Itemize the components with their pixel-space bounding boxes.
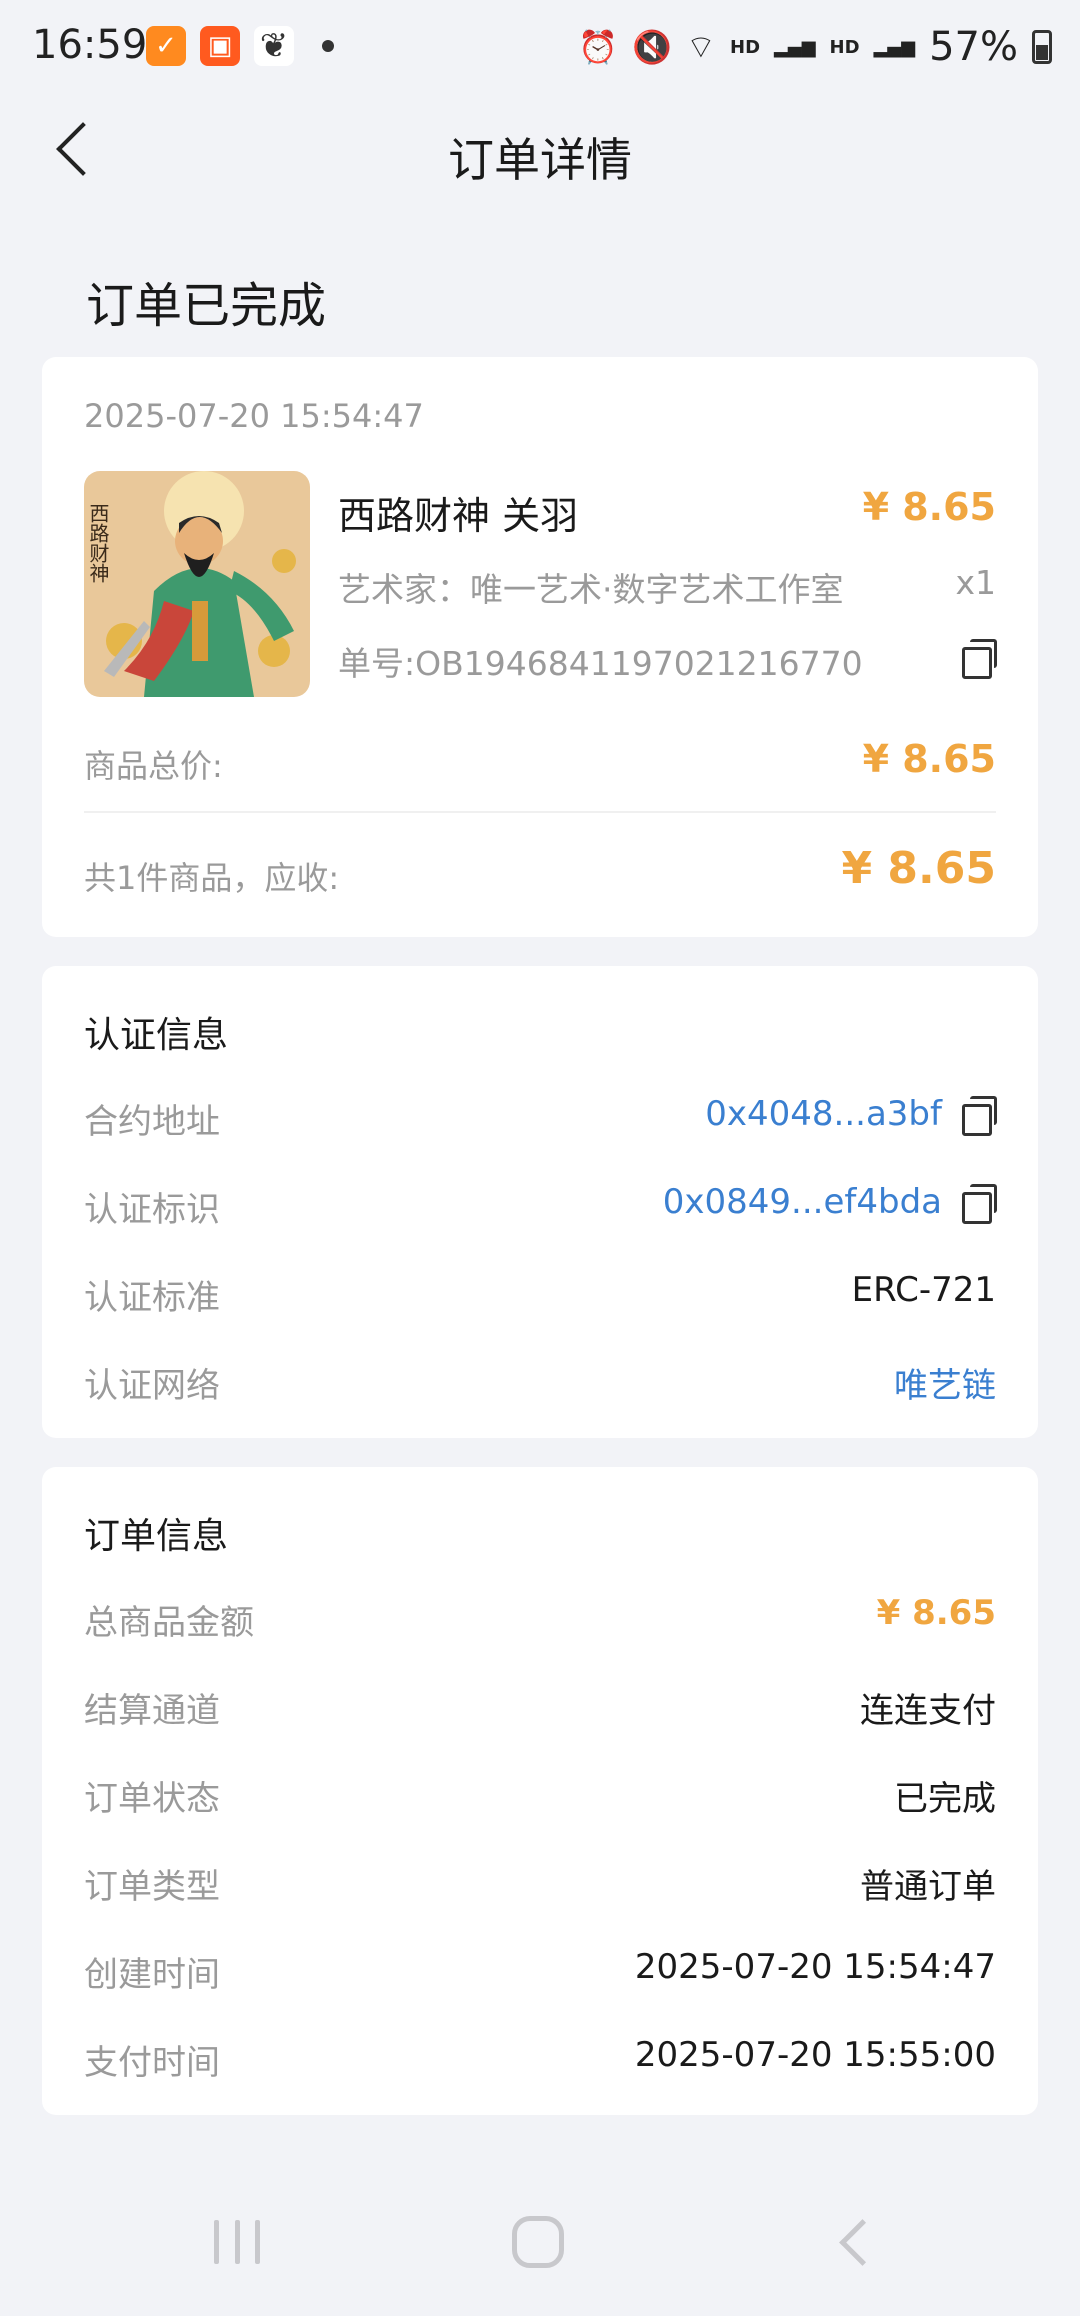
guan-yu-artwork: 西路财神 — [84, 471, 310, 697]
shop-notification-icon: ▣ — [200, 26, 240, 66]
copy-contract-address-icon[interactable] — [962, 1096, 997, 1136]
total-label: 共1件商品，应收: — [84, 859, 340, 897]
contract-address-label: 合约地址 — [84, 1102, 220, 1142]
mute-icon: 🔇 — [632, 28, 672, 66]
cert-network-value[interactable]: 唯艺链 — [894, 1358, 996, 1407]
home-icon[interactable] — [512, 2216, 564, 2268]
order-type-value: 普通订单 — [860, 1867, 996, 1907]
alarm-icon: ⏰ — [578, 28, 619, 66]
svg-text:西路财神: 西路财神 — [86, 503, 110, 583]
status-bar: 16:59 ✓ ▣ ❦ ⏰ 🔇 ⌔ HD ▂▄▆ HD ▂▄▆ 57% — [0, 0, 1080, 96]
wifi-icon: ⌔ — [685, 28, 716, 66]
signal-icon-1: ▂▄▆ — [774, 36, 816, 58]
hd-label-2: HD — [829, 36, 860, 58]
order-info-card: 订单信息 总商品金额 ¥ 8.65 结算通道 连连支付 订单状态 已完成 订单类… — [42, 1467, 1038, 2115]
copy-token-id-icon[interactable] — [962, 1184, 997, 1224]
order-time: 2025-07-20 15:54:47 — [84, 397, 424, 435]
notification-icons: ✓ ▣ ❦ — [146, 26, 334, 66]
signal-icon-2: ▂▄▆ — [873, 36, 916, 58]
status-time: 16:59 — [32, 22, 148, 68]
created-time-label: 创建时间 — [84, 1955, 220, 1995]
product-name: 西路财神 关羽 — [338, 494, 579, 538]
order-product-card: 2025-07-20 15:54:47 西路财神 西路财神 关羽 ¥ 8.65 … — [42, 357, 1038, 937]
battery-percent: 57% — [929, 24, 1018, 70]
order-number: 单号:OB1946841197021216770 — [338, 644, 863, 683]
recent-apps-icon[interactable] — [214, 2220, 260, 2264]
cert-standard-label: 认证标准 — [84, 1278, 220, 1318]
artist-label: 艺术家：唯一艺术·数字艺术工作室 — [338, 570, 844, 609]
contract-address-value[interactable]: 0x4048...a3bf — [705, 1094, 942, 1134]
battery-icon — [1032, 30, 1052, 64]
order-status-value: 已完成 — [894, 1779, 996, 1819]
system-nav-bar — [0, 2186, 1080, 2316]
more-notifications-icon — [322, 40, 334, 52]
order-type-label: 订单类型 — [84, 1867, 220, 1907]
product-price: ¥ 8.65 — [862, 485, 996, 529]
cert-standard-value: ERC-721 — [851, 1270, 996, 1310]
system-back-icon[interactable] — [830, 2220, 874, 2264]
created-time-value: 2025-07-20 15:54:47 — [634, 1947, 996, 1987]
payment-channel-label: 结算通道 — [84, 1691, 220, 1731]
order-info-section-title: 订单信息 — [84, 1516, 229, 1557]
certification-card: 认证信息 合约地址 0x4048...a3bf 认证标识 0x0849...ef… — [42, 966, 1038, 1438]
total-value: ¥ 8.65 — [841, 843, 997, 894]
quantity: x1 — [955, 563, 996, 602]
page-title: 订单详情 — [448, 133, 632, 187]
paid-time-value: 2025-07-20 15:55:00 — [634, 2035, 996, 2075]
order-status-label: 订单状态 — [84, 1779, 220, 1819]
cert-network-label: 认证网络 — [84, 1366, 220, 1406]
paid-time-label: 支付时间 — [84, 2043, 220, 2083]
subtotal-value: ¥ 8.65 — [862, 737, 996, 781]
subtotal-label: 商品总价: — [84, 747, 223, 785]
token-id-label: 认证标识 — [84, 1190, 220, 1230]
divider — [84, 811, 996, 813]
copy-order-number-icon[interactable] — [962, 639, 997, 679]
total-amount-label: 总商品金额 — [84, 1603, 254, 1643]
token-id-value[interactable]: 0x0849...ef4bda — [663, 1182, 942, 1222]
status-right: ⏰ 🔇 ⌔ HD ▂▄▆ HD ▂▄▆ 57% — [578, 24, 1052, 70]
payment-channel-value: 连连支付 — [860, 1691, 996, 1731]
bird-notification-icon: ❦ — [254, 26, 294, 66]
cert-section-title: 认证信息 — [84, 1015, 229, 1056]
total-amount-value: ¥ 8.65 — [876, 1593, 996, 1633]
hd-label-1: HD — [730, 36, 761, 58]
nav-bar: 订单详情 — [0, 96, 1080, 216]
order-status-heading: 订单已完成 — [86, 278, 327, 334]
app-notification-icon: ✓ — [146, 26, 186, 66]
product-thumbnail[interactable]: 西路财神 — [84, 471, 310, 697]
